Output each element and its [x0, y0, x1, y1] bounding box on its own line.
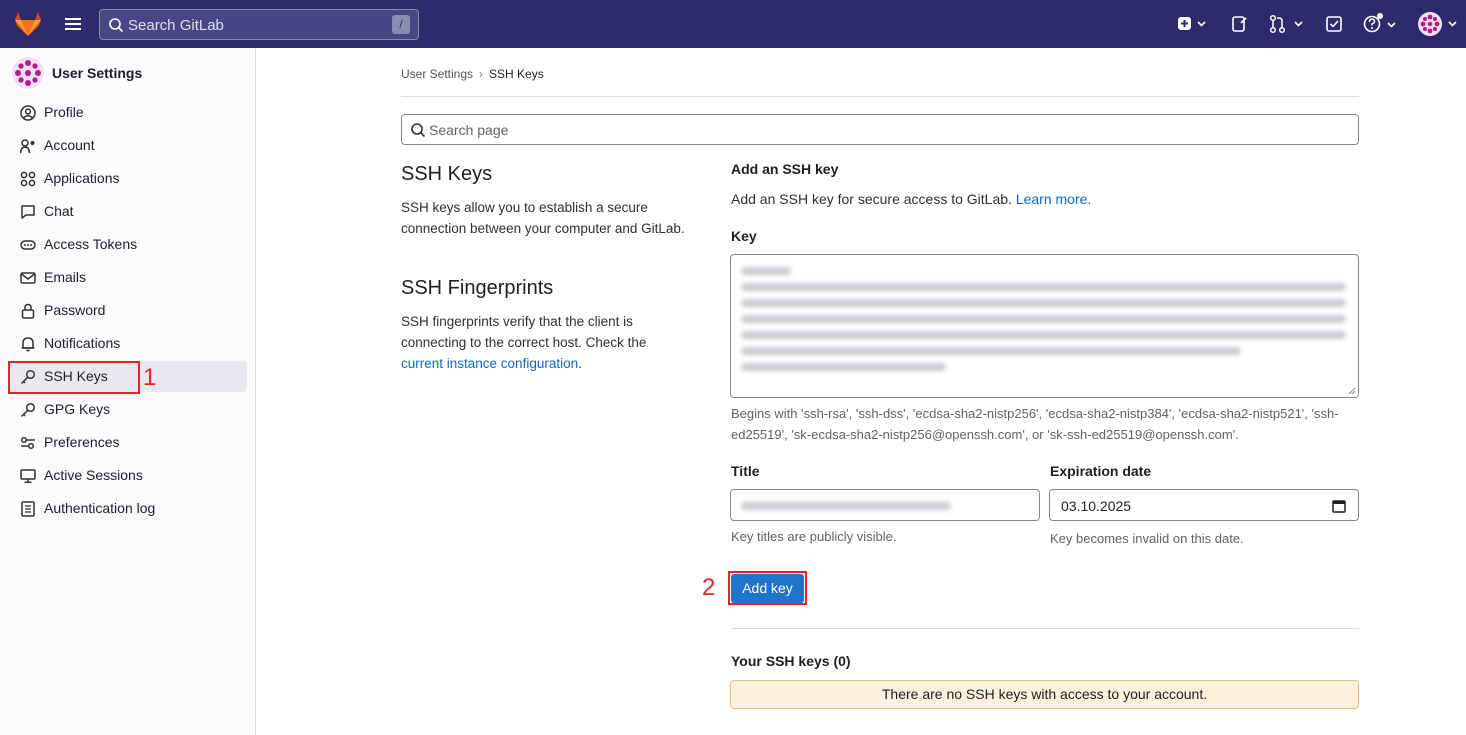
- sidebar-item-label: Notifications: [44, 335, 121, 351]
- redacted-text: [741, 315, 1346, 323]
- annotation-number: 2: [702, 574, 716, 601]
- global-search-input[interactable]: Search GitLab /: [99, 9, 419, 40]
- applications-icon: [20, 171, 36, 187]
- search-placeholder: Search GitLab: [128, 17, 224, 34]
- sidebar-title: User Settings: [52, 65, 143, 81]
- section-description: SSH fingerprints verify that the client …: [401, 311, 681, 374]
- search-icon: [411, 123, 426, 138]
- your-keys-heading: Your SSH keys (0): [731, 653, 851, 669]
- user-avatar[interactable]: [1418, 12, 1462, 36]
- redacted-text: [741, 283, 1346, 291]
- search-icon: [109, 18, 124, 33]
- highlight-box: [728, 571, 807, 605]
- key-textarea[interactable]: [730, 254, 1359, 398]
- page-search-input[interactable]: Search page: [401, 114, 1359, 145]
- redacted-text: [741, 299, 1346, 307]
- calendar-icon[interactable]: [1332, 499, 1346, 513]
- key-icon: [20, 402, 36, 418]
- sidebar-item-notifications[interactable]: Notifications: [8, 328, 247, 359]
- empty-keys-alert: There are no SSH keys with access to you…: [730, 680, 1359, 709]
- breadcrumb-current: SSH Keys: [489, 67, 544, 81]
- bell-icon: [21, 337, 35, 352]
- expiration-date-value: 03.10.2025: [1061, 498, 1132, 514]
- section-title: SSH Fingerprints: [401, 277, 554, 299]
- log-icon: [21, 501, 35, 517]
- sidebar-item-label: Profile: [44, 104, 84, 120]
- sidebar-item-account[interactable]: Account: [8, 130, 247, 161]
- highlight-box: [8, 361, 140, 394]
- sidebar-header[interactable]: User Settings: [12, 57, 252, 89]
- redacted-text: [741, 363, 946, 371]
- todo-icon[interactable]: [1325, 14, 1343, 34]
- sidebar-item-label: Preferences: [44, 434, 120, 450]
- top-bar: Search GitLab /: [0, 0, 1466, 48]
- monitor-icon: [20, 469, 36, 484]
- redacted-text: [741, 502, 951, 510]
- redacted-text: [741, 347, 1241, 355]
- merge-request-icon[interactable]: [1269, 14, 1305, 34]
- breadcrumb-parent[interactable]: User Settings: [401, 67, 473, 81]
- title-label: Title: [731, 463, 760, 479]
- sidebar-item-authentication-log[interactable]: Authentication log: [8, 493, 247, 524]
- search-placeholder: Search page: [429, 122, 509, 138]
- gitlab-logo[interactable]: [14, 11, 42, 37]
- hamburger-icon[interactable]: [62, 13, 84, 35]
- sidebar-item-label: Account: [44, 137, 95, 153]
- trailing-punctuation: .: [578, 356, 582, 371]
- search-shortcut-badge: /: [392, 15, 410, 34]
- annotation-number: 1: [143, 364, 157, 391]
- instance-configuration-link[interactable]: current instance configuration: [401, 356, 578, 371]
- divider: [731, 628, 1359, 629]
- add-key-intro-text: Add an SSH key for secure access to GitL…: [731, 191, 1012, 207]
- sidebar-item-label: Applications: [44, 170, 120, 186]
- add-key-heading: Add an SSH key: [731, 161, 838, 177]
- redacted-text: [741, 331, 1346, 339]
- issues-icon[interactable]: [1231, 14, 1249, 34]
- divider: [401, 96, 1359, 97]
- resize-handle-icon[interactable]: [1348, 387, 1356, 395]
- new-item-icon[interactable]: [1177, 14, 1207, 34]
- redacted-text: [741, 267, 791, 275]
- sidebar-item-preferences[interactable]: Preferences: [8, 427, 247, 458]
- sidebar-item-applications[interactable]: Applications: [8, 163, 247, 194]
- token-icon: [20, 240, 36, 250]
- expiration-help-text: Key becomes invalid on this date.: [1050, 531, 1244, 546]
- fingerprints-text: SSH fingerprints verify that the client …: [401, 314, 647, 350]
- sidebar-item-label: Password: [44, 302, 106, 318]
- sidebar-item-access-tokens[interactable]: Access Tokens: [8, 229, 247, 260]
- expiration-date-input[interactable]: 03.10.2025: [1049, 489, 1359, 521]
- section-title: SSH Keys: [401, 163, 493, 185]
- expiration-label: Expiration date: [1050, 463, 1152, 479]
- sidebar-item-label: GPG Keys: [44, 401, 111, 417]
- add-key-heading-text: Add an SSH key: [731, 161, 839, 177]
- sidebar-item-password[interactable]: Password: [8, 295, 247, 326]
- add-key-intro: Add an SSH key for secure access to GitL…: [731, 191, 1091, 207]
- sidebar-item-emails[interactable]: Emails: [8, 262, 247, 293]
- profile-icon: [20, 105, 36, 121]
- sidebar-item-gpg-keys[interactable]: GPG Keys: [8, 394, 247, 425]
- preferences-icon: [20, 436, 35, 450]
- breadcrumb: User Settings › SSH Keys: [401, 67, 544, 81]
- key-label: Key: [731, 228, 757, 244]
- user-avatar: [12, 57, 44, 89]
- learn-more-link[interactable]: Learn more.: [1016, 191, 1091, 207]
- account-icon: [20, 139, 35, 154]
- title-input[interactable]: [730, 489, 1040, 521]
- lock-icon: [21, 303, 35, 319]
- title-help-text: Key titles are publicly visible.: [731, 529, 897, 544]
- sidebar-item-label: Emails: [44, 269, 87, 285]
- sidebar-item-label: Authentication log: [44, 500, 156, 516]
- section-description: SSH keys allow you to establish a secure…: [401, 200, 685, 236]
- chat-icon: [21, 205, 35, 219]
- sidebar-item-label: Active Sessions: [44, 467, 143, 483]
- sidebar-item-profile[interactable]: Profile: [8, 97, 247, 128]
- sidebar-item-active-sessions[interactable]: Active Sessions: [8, 460, 247, 491]
- mail-icon: [20, 272, 36, 284]
- key-help-text: Begins with 'ssh-rsa', 'ssh-dss', 'ecdsa…: [731, 406, 1339, 442]
- chevron-right-icon: ›: [479, 67, 484, 81]
- sidebar-item-label: Chat: [44, 203, 74, 219]
- sidebar-item-chat[interactable]: Chat: [8, 196, 247, 227]
- help-icon[interactable]: [1362, 12, 1398, 33]
- sidebar-item-label: Access Tokens: [44, 236, 138, 252]
